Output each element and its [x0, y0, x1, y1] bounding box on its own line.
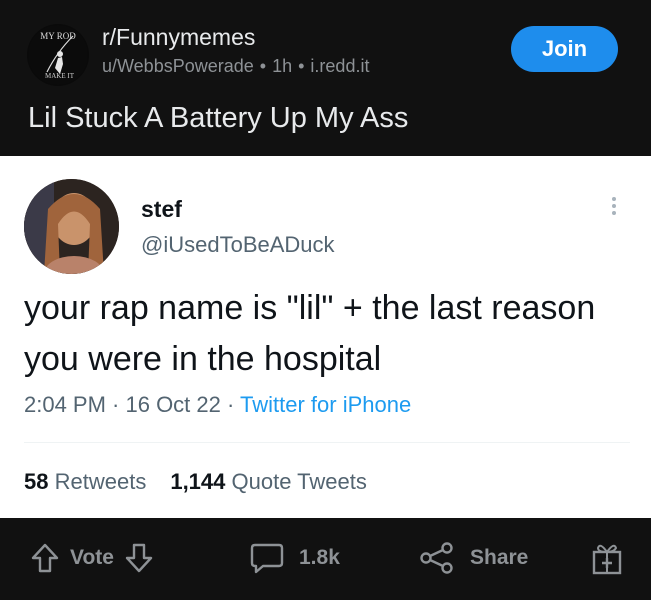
quotes-count: 1,144	[170, 469, 226, 494]
comment-icon	[250, 543, 284, 574]
gift-icon	[592, 544, 622, 575]
tweet-stats: 58 Retweets 1,144 Quote Tweets	[24, 469, 367, 495]
post-title[interactable]: Lil Stuck A Battery Up My Ass	[28, 102, 408, 135]
quotes-label: Quote Tweets	[231, 469, 367, 494]
more-options-icon	[608, 194, 620, 224]
separator-dot: •	[298, 56, 305, 76]
tweet-text: your rap name is "lil" + the last reason…	[24, 289, 596, 378]
tweet-source: Twitter for iPhone	[240, 392, 412, 417]
retweets-label: Retweets	[54, 469, 147, 494]
join-button[interactable]: Join	[511, 26, 618, 72]
tweet-time: 2:04 PM · 16 Oct 22 ·	[24, 392, 241, 417]
tweet-timestamp: 2:04 PM · 16 Oct 22 · Twitter for iPhone	[24, 392, 411, 418]
comments-button[interactable]: 1.8k	[249, 538, 340, 578]
post-age: 1h	[272, 56, 293, 76]
post-header: MY ROD MAKE IT r/Funnymemes u/WebbsPower…	[0, 0, 651, 156]
tweet-author-name: stef	[141, 196, 182, 222]
comments-count: 1.8k	[299, 546, 340, 569]
award-button[interactable]	[590, 538, 624, 578]
post-meta: u/WebbsPowerade • 1h • i.redd.it	[102, 56, 369, 77]
share-button[interactable]: Share	[418, 538, 528, 578]
share-icon	[420, 542, 453, 574]
separator-dot: •	[259, 56, 267, 76]
share-label: Share	[470, 546, 529, 569]
post-author[interactable]: u/WebbsPowerade	[102, 56, 254, 76]
tweet-image[interactable]: stef @iUsedToBeADuck your rap name is "l…	[0, 156, 651, 518]
divider	[24, 442, 630, 443]
post-action-bar: Vote 1.8k Share	[0, 518, 651, 600]
downvote-icon[interactable]	[124, 542, 154, 574]
vote-label: Vote	[70, 546, 114, 569]
retweets-count: 58	[24, 469, 49, 494]
svg-text:MY ROD: MY ROD	[40, 31, 76, 41]
subreddit-name[interactable]: r/Funnymemes	[102, 24, 255, 51]
upvote-icon[interactable]	[30, 542, 60, 574]
svg-text:MAKE IT: MAKE IT	[45, 72, 75, 80]
profile-photo-icon	[24, 179, 119, 274]
post-domain[interactable]: i.redd.it	[310, 56, 369, 76]
subreddit-avatar[interactable]: MY ROD MAKE IT	[27, 24, 89, 86]
fishing-logo-icon: MY ROD MAKE IT	[28, 25, 88, 85]
tweet-avatar	[24, 179, 119, 274]
vote-control: Vote	[30, 538, 154, 578]
tweet-author-handle: @iUsedToBeADuck	[141, 232, 335, 257]
